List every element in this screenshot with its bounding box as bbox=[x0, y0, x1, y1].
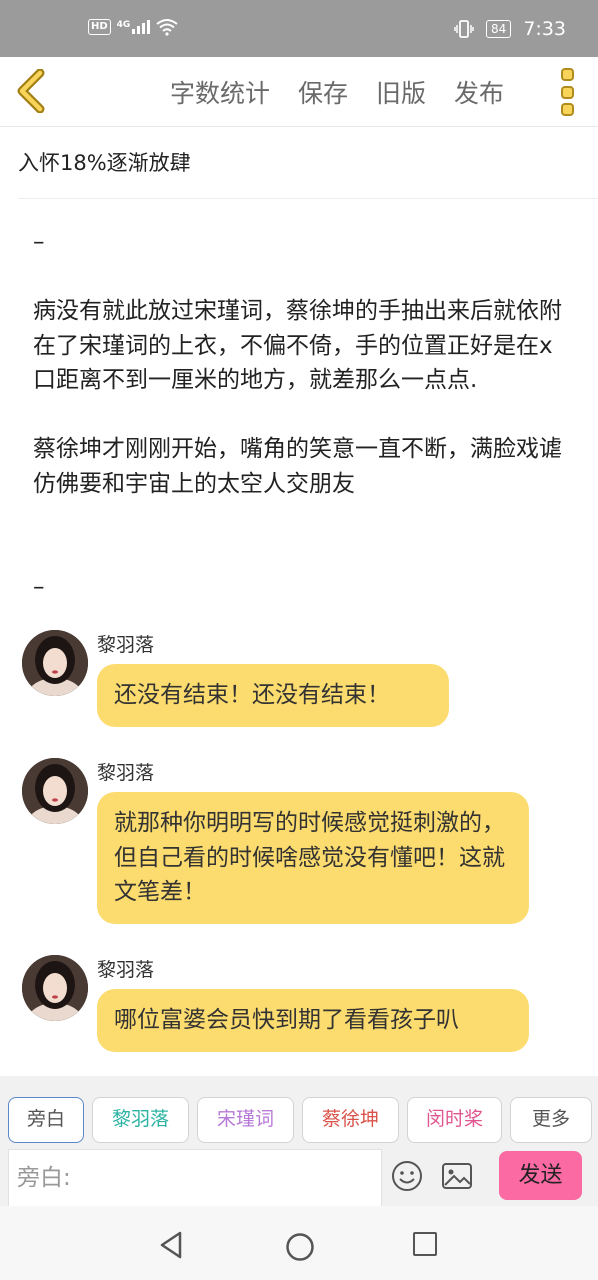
menu-dot-icon bbox=[560, 68, 574, 81]
sender-name: 黎羽落 bbox=[97, 959, 155, 981]
message-bubble[interactable]: 就那种你明明写的时候感觉挺刺激的，但自己看的时候啥感觉没有懂吧！这就文笔差！ bbox=[97, 792, 529, 924]
avatar[interactable] bbox=[22, 955, 88, 1021]
battery-indicator: 84 bbox=[486, 20, 512, 38]
nav-back-icon[interactable] bbox=[158, 1230, 184, 1260]
chapter-title[interactable]: 入怀18%逐渐放肆 bbox=[18, 127, 598, 199]
clock: 7:33 bbox=[523, 18, 566, 40]
emoji-icon[interactable] bbox=[391, 1160, 423, 1192]
chevron-left-icon bbox=[17, 68, 45, 114]
hd-badge: HD bbox=[88, 19, 111, 35]
narration-text[interactable]: – 病没有就此放过宋瑾词，蔡徐坤的手抽出来后就依附在了宋瑾词的上衣，不偏不倚，手… bbox=[33, 225, 573, 605]
role-tab-li-yuluo[interactable]: 黎羽落 bbox=[92, 1097, 189, 1143]
avatar-image bbox=[22, 630, 88, 696]
save-button[interactable]: 保存 bbox=[298, 74, 348, 110]
word-count-button[interactable]: 字数统计 bbox=[170, 74, 270, 110]
network-type-label: 4G bbox=[116, 20, 131, 30]
status-bar: HD 4G 84 7:33 bbox=[0, 0, 598, 57]
more-menu-button[interactable] bbox=[556, 68, 578, 116]
send-button[interactable]: 发送 bbox=[499, 1151, 582, 1200]
separator-top: – bbox=[33, 229, 45, 255]
message-input[interactable]: 旁白: bbox=[8, 1149, 382, 1206]
avatar[interactable] bbox=[22, 630, 88, 696]
vibrate-icon bbox=[454, 20, 474, 38]
avatar-image bbox=[22, 955, 88, 1021]
separator-bottom: – bbox=[33, 574, 45, 600]
publish-button[interactable]: 发布 bbox=[454, 74, 504, 110]
compose-area: 旁白 黎羽落 宋瑾词 蔡徐坤 闵时桨 更多 旁白: 发送 bbox=[0, 1076, 598, 1206]
system-nav-bar bbox=[0, 1206, 598, 1280]
message-bubble[interactable]: 哪位富婆会员快到期了看看孩子叭 bbox=[97, 989, 529, 1052]
paragraph: 蔡徐坤才刚刚开始，嘴角的笑意一直不断，满脸戏谑仿佛要和宇宙上的太空人交朋友 bbox=[33, 436, 562, 497]
role-tabs: 旁白 黎羽落 宋瑾词 蔡徐坤 闵时桨 更多 bbox=[8, 1097, 592, 1143]
nav-recents-icon[interactable] bbox=[413, 1232, 437, 1256]
menu-dot-icon bbox=[560, 103, 574, 116]
top-bar: 字数统计 保存 旧版 发布 bbox=[0, 57, 598, 127]
status-left: HD 4G bbox=[88, 18, 178, 36]
role-tab-narrator[interactable]: 旁白 bbox=[8, 1097, 84, 1143]
sender-name: 黎羽落 bbox=[97, 634, 155, 656]
avatar[interactable] bbox=[22, 758, 88, 824]
sender-name: 黎羽落 bbox=[97, 762, 155, 784]
role-tab-cai-xukun[interactable]: 蔡徐坤 bbox=[302, 1097, 399, 1143]
top-actions: 字数统计 保存 旧版 发布 bbox=[170, 74, 504, 110]
nav-home-icon[interactable] bbox=[285, 1232, 315, 1262]
more-roles-button[interactable]: 更多 bbox=[510, 1097, 592, 1143]
message-bubble[interactable]: 还没有结束！还没有结束！ bbox=[97, 664, 449, 727]
menu-dot-icon bbox=[560, 85, 574, 99]
role-tab-min-shijiang[interactable]: 闵时桨 bbox=[407, 1097, 502, 1143]
paragraph: 病没有就此放过宋瑾词，蔡徐坤的手抽出来后就依附在了宋瑾词的上衣，不偏不倚，手的位… bbox=[33, 298, 562, 393]
image-icon[interactable] bbox=[441, 1162, 473, 1190]
back-button[interactable] bbox=[12, 68, 52, 114]
old-version-button[interactable]: 旧版 bbox=[376, 74, 426, 110]
wifi-icon bbox=[156, 19, 178, 36]
role-tab-song-jinci[interactable]: 宋瑾词 bbox=[197, 1097, 294, 1143]
signal-icon: 4G bbox=[117, 20, 151, 34]
status-right: 84 7:33 bbox=[454, 18, 566, 40]
avatar-image bbox=[22, 758, 88, 824]
